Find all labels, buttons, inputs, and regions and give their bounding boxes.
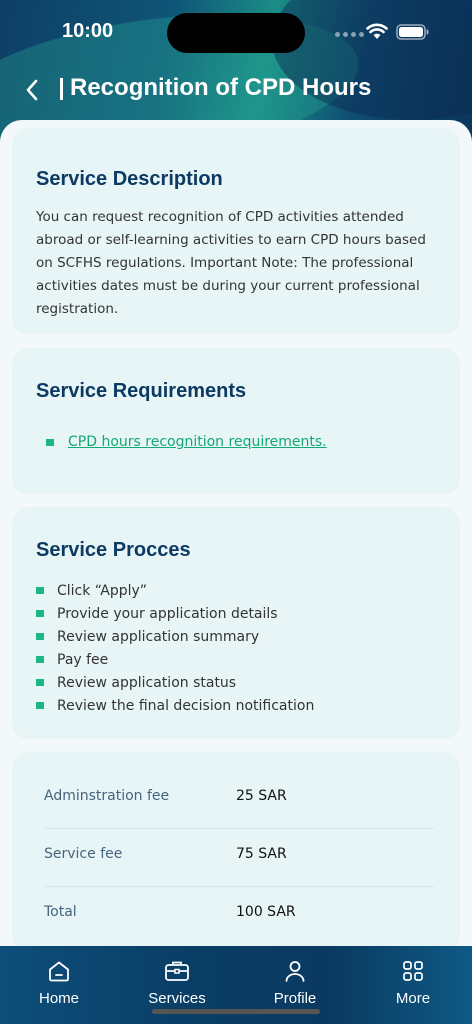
tab-home[interactable]: Home (9, 958, 109, 1014)
bullet-icon (36, 702, 44, 709)
bullet-icon (36, 587, 44, 594)
fee-row-total: Total 100 SAR (44, 886, 434, 944)
service-description-card: Service Description You can request reco… (12, 128, 460, 334)
process-step: Review application summary (36, 625, 314, 648)
bullet-icon (36, 610, 44, 617)
process-step-label: Review application status (57, 674, 237, 691)
nav-bar: Recognition of CPD Hours (0, 70, 472, 110)
tab-label: More (395, 990, 431, 1007)
process-step: Review the final decision notification (36, 694, 314, 717)
bullet-icon (36, 656, 44, 663)
tab-label: Profile (273, 990, 317, 1007)
fee-label: Total (44, 904, 77, 920)
tab-label: Services (148, 990, 206, 1007)
process-step: Review application status (36, 671, 314, 694)
process-step-label: Review application summary (57, 628, 260, 645)
process-step: Pay fee (36, 648, 314, 671)
chevron-left-icon (26, 79, 38, 101)
process-steps-list: Click “Apply” Provide your application d… (36, 579, 314, 717)
wifi-icon (366, 23, 388, 39)
bullet-icon (36, 679, 44, 686)
service-description-title: Service Description (36, 168, 223, 190)
title-divider (60, 78, 63, 100)
briefcase-icon (164, 958, 190, 984)
tab-label: Home (38, 990, 79, 1007)
process-step-label: Provide your application details (57, 605, 278, 622)
tab-more[interactable]: More (363, 958, 463, 1014)
service-requirements-title: Service Requirements (36, 380, 247, 402)
back-button[interactable] (16, 74, 48, 106)
fee-value: 25 SAR (236, 788, 287, 804)
requirements-link[interactable]: CPD hours recognition requirements. (68, 434, 327, 450)
fee-value: 75 SAR (236, 846, 287, 862)
page-title: Recognition of CPD Hours (70, 74, 372, 101)
bullet-icon (46, 438, 54, 446)
signal-icon (335, 32, 364, 37)
dynamic-island (167, 13, 305, 53)
service-requirements-card: Service Requirements CPD hours recogniti… (12, 348, 460, 494)
person-icon (282, 958, 308, 984)
fee-row-administration: Adminstration fee 25 SAR (44, 770, 434, 828)
process-step-label: Click “Apply” (57, 582, 148, 599)
fees-card: Adminstration fee 25 SAR Service fee 75 … (12, 752, 460, 952)
grid-icon (400, 958, 426, 984)
service-process-card: Service Procces Click “Apply” Provide yo… (12, 507, 460, 739)
process-step-label: Review the final decision notification (57, 697, 315, 714)
status-bar: 10:00 (0, 0, 472, 60)
process-step: Provide your application details (36, 602, 314, 625)
requirement-item: CPD hours recognition requirements. (46, 434, 327, 450)
service-description-text: You can request recognition of CPD activ… (36, 209, 426, 317)
battery-icon (396, 24, 429, 40)
tab-services[interactable]: Services (127, 958, 227, 1014)
bullet-icon (36, 633, 44, 640)
process-step-label: Pay fee (57, 651, 109, 668)
content-sheet: Service Description You can request reco… (0, 120, 472, 1024)
process-step: Click “Apply” (36, 579, 314, 602)
home-indicator (152, 1009, 320, 1014)
fee-row-service: Service fee 75 SAR (44, 828, 434, 886)
status-time: 10:00 (62, 20, 114, 42)
fee-value: 100 SAR (236, 904, 296, 920)
home-icon (46, 958, 72, 984)
fee-label: Service fee (44, 846, 123, 862)
fee-label: Adminstration fee (44, 788, 170, 804)
tab-profile[interactable]: Profile (245, 958, 345, 1014)
service-process-title: Service Procces (36, 539, 191, 561)
